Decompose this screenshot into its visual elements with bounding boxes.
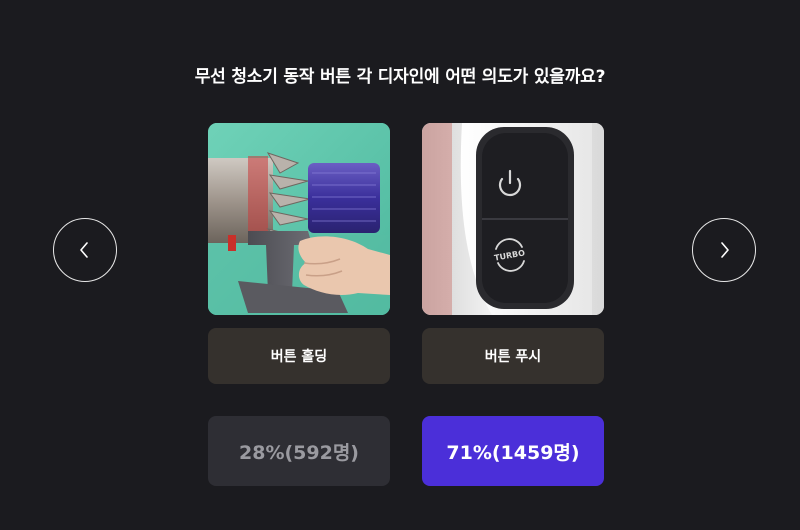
result-push-selected: 71%(1459명) xyxy=(422,416,604,486)
option-image-push[interactable]: TURBO xyxy=(422,123,604,315)
next-button[interactable] xyxy=(692,218,756,282)
option-button-hold[interactable]: 버튼 홀딩 xyxy=(208,328,390,384)
result-hold: 28%(592명) xyxy=(208,416,390,486)
chevron-right-icon xyxy=(721,242,729,258)
vacuum-power-turbo-buttons-photo: TURBO xyxy=(422,123,604,315)
previous-button[interactable] xyxy=(53,218,117,282)
chevron-left-icon xyxy=(80,242,88,258)
question-title: 무선 청소기 동작 버튼 각 디자인에 어떤 의도가 있을까요? xyxy=(194,67,606,87)
option-button-push[interactable]: 버튼 푸시 xyxy=(422,328,604,384)
vacuum-trigger-hold-photo xyxy=(208,123,390,315)
option-image-hold[interactable] xyxy=(208,123,390,315)
